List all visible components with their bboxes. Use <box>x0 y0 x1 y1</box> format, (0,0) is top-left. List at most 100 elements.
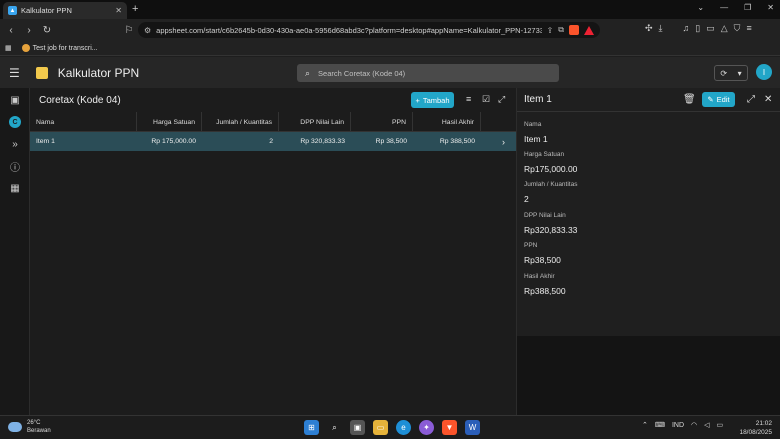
weather-condition: Berawan <box>27 428 51 434</box>
close-tab-icon[interactable]: ✕ <box>115 6 122 15</box>
double-chevron-down-icon[interactable]: » <box>8 138 22 150</box>
hamburger-menu-icon[interactable]: ☰ <box>9 66 20 80</box>
chevron-up-icon[interactable]: ⌃ <box>642 421 648 429</box>
site-info-icon[interactable]: ⚙ <box>144 26 151 35</box>
browser-tabstrip: ▲ Kalkulator PPN ✕ + ⌄ — ❐ ✕ <box>0 0 780 19</box>
extensions: ✣ ⤓ ♫ ▯ ▭ △ ⛉ ≡ <box>645 23 752 34</box>
field-value: Rp320,833.33 <box>524 225 578 235</box>
url-field[interactable]: ⚙ appsheet.com/start/c6b2645b-0d30-430a-… <box>138 22 600 38</box>
expand-icon[interactable]: ⤢ <box>498 94 505 105</box>
detail-footer-area <box>517 336 780 415</box>
word-icon[interactable]: W <box>465 420 480 435</box>
puzzle-icon[interactable]: ✣ <box>645 23 653 34</box>
leo-icon[interactable]: △ <box>721 23 728 34</box>
menu-icon[interactable]: ≡ <box>746 23 751 34</box>
bookmark-favicon-icon <box>21 44 30 52</box>
brave-rewards-icon[interactable] <box>584 25 594 35</box>
column-header[interactable]: Harga Satuan <box>137 112 202 132</box>
language-indicator[interactable]: IND <box>672 422 684 429</box>
chevron-down-icon[interactable]: ▾ <box>738 69 742 78</box>
windows-start-icon[interactable]: ⊞ <box>304 420 319 435</box>
minimize-icon[interactable]: — <box>720 3 728 12</box>
vpn-icon[interactable]: ⛉ <box>734 23 741 34</box>
column-header[interactable]: Jumlah / Kuantitas <box>202 112 279 132</box>
clock[interactable]: 21:02 18/08/2025 <box>739 419 772 437</box>
column-header[interactable]: PPN <box>351 112 413 132</box>
brave-browser-icon[interactable]: ▼ <box>442 420 457 435</box>
battery-icon[interactable]: ▭ <box>717 421 724 429</box>
plus-icon: + <box>415 95 420 105</box>
windows-taskbar: 26°C Berawan ⊞ ⌕ ▣ ▭ e ✦ ▼ W ⌃ ⌨ IND ◠ ◁… <box>0 415 780 439</box>
bookmark-icon[interactable]: ⚐ <box>122 25 136 36</box>
expand-icon[interactable]: ⤢ <box>747 94 755 105</box>
file-explorer-icon[interactable]: ▭ <box>373 420 388 435</box>
share-icon[interactable]: ⇪ <box>547 26 554 35</box>
cell-dpp: Rp 320,833.33 <box>300 138 345 145</box>
sidebar-icon[interactable]: ▯ <box>695 23 700 34</box>
chevron-down-icon[interactable]: ⌄ <box>697 3 704 12</box>
reload-icon[interactable]: ↻ <box>40 25 54 36</box>
task-view-icon[interactable]: ▣ <box>350 420 365 435</box>
chevron-right-icon[interactable]: › <box>496 132 510 151</box>
trash-icon[interactable]: 🗑 <box>683 94 696 105</box>
column-header[interactable]: Nama <box>30 112 137 132</box>
download-icon[interactable]: ⤓ <box>659 23 663 34</box>
nav-coretax[interactable]: C <box>8 116 22 128</box>
table-row[interactable]: Item 1 Rp 175,000.00 2 Rp 320,833.33 Rp … <box>30 132 516 151</box>
edit-button[interactable]: ✎ Edit <box>702 92 735 107</box>
column-header[interactable]: Hasil Akhir <box>413 112 481 132</box>
camera-icon[interactable]: ▣ <box>8 94 22 106</box>
search-icon: ⌕ <box>305 67 311 78</box>
field-jumlah: Jumlah / Kuantitas 2 <box>524 181 577 204</box>
field-hasil-akhir: Hasil Akhir Rp388,500 <box>524 273 566 296</box>
app-header: ☰ Kalkulator PPN ⌕ Search Coretax (Kode … <box>0 57 780 88</box>
field-value: 2 <box>524 194 529 204</box>
search-icon[interactable]: ⌕ <box>327 420 342 435</box>
field-label: DPP Nilai Lain <box>524 212 566 219</box>
cell-nama: Item 1 <box>36 138 55 145</box>
bookmark-label: Test job for transcri... <box>32 44 98 52</box>
keyboard-icon[interactable]: ⌨ <box>655 421 665 429</box>
add-button[interactable]: + Tambah <box>411 92 454 108</box>
detail-header: Item 1 <box>517 88 780 112</box>
table-view: Coretax (Kode 04) + Tambah ≡ ☑ ⤢ Nama Ha… <box>30 88 516 415</box>
column-header[interactable]: DPP Nilai Lain <box>279 112 351 132</box>
volume-icon[interactable]: ◁ <box>704 421 709 429</box>
bookmark-item[interactable]: Test job for transcri... <box>21 44 98 52</box>
grid-icon[interactable]: ▦ <box>8 182 22 194</box>
search-input[interactable]: ⌕ Search Coretax (Kode 04) <box>297 64 559 82</box>
copy-icon[interactable]: ⧉ <box>558 25 564 35</box>
sync-button[interactable]: ⟳ ▾ <box>714 65 748 81</box>
brave-shield-icon[interactable] <box>569 25 579 35</box>
wallet-icon[interactable]: ▭ <box>706 23 715 34</box>
filter-icon[interactable]: ≡ <box>466 94 471 104</box>
close-window-icon[interactable]: ✕ <box>767 3 774 12</box>
field-value: Item 1 <box>524 134 548 144</box>
browser-tab[interactable]: ▲ Kalkulator PPN ✕ <box>3 2 127 19</box>
new-tab-button[interactable]: + <box>132 3 138 15</box>
cell-hasil-akhir: Rp 388,500 <box>439 138 475 145</box>
field-nama: Nama Item 1 <box>524 121 548 144</box>
taskbar-apps: ⊞ ⌕ ▣ ▭ e ✦ ▼ W <box>304 420 480 435</box>
avatar[interactable]: I <box>756 64 772 80</box>
detail-title: Item 1 <box>524 94 552 105</box>
weather-widget[interactable]: 26°C Berawan <box>8 419 51 435</box>
music-icon[interactable]: ♫ <box>683 23 690 34</box>
cell-jumlah: 2 <box>269 138 273 145</box>
system-tray: ⌃ ⌨ IND ◠ ◁ ▭ <box>642 421 724 430</box>
close-icon[interactable]: ✕ <box>764 94 772 105</box>
forward-icon[interactable]: › <box>22 25 36 36</box>
edge-icon[interactable]: e <box>396 420 411 435</box>
copilot-icon[interactable]: ✦ <box>419 420 434 435</box>
info-icon[interactable]: ⓘ <box>8 160 22 174</box>
back-icon[interactable]: ‹ <box>4 25 18 36</box>
cell-harga-satuan: Rp 175,000.00 <box>151 138 196 145</box>
restore-icon[interactable]: ❐ <box>744 3 751 12</box>
address-bar-row: ‹ › ↻ ⚐ ⚙ appsheet.com/start/c6b2645b-0d… <box>0 19 780 41</box>
wifi-icon[interactable]: ◠ <box>691 421 697 429</box>
field-label: Hasil Akhir <box>524 273 555 280</box>
field-label: Jumlah / Kuantitas <box>524 181 578 188</box>
checkbox-select-icon[interactable]: ☑ <box>482 94 490 105</box>
apps-grid-icon[interactable]: ▦ <box>5 44 12 52</box>
add-button-label: Tambah <box>422 95 450 105</box>
